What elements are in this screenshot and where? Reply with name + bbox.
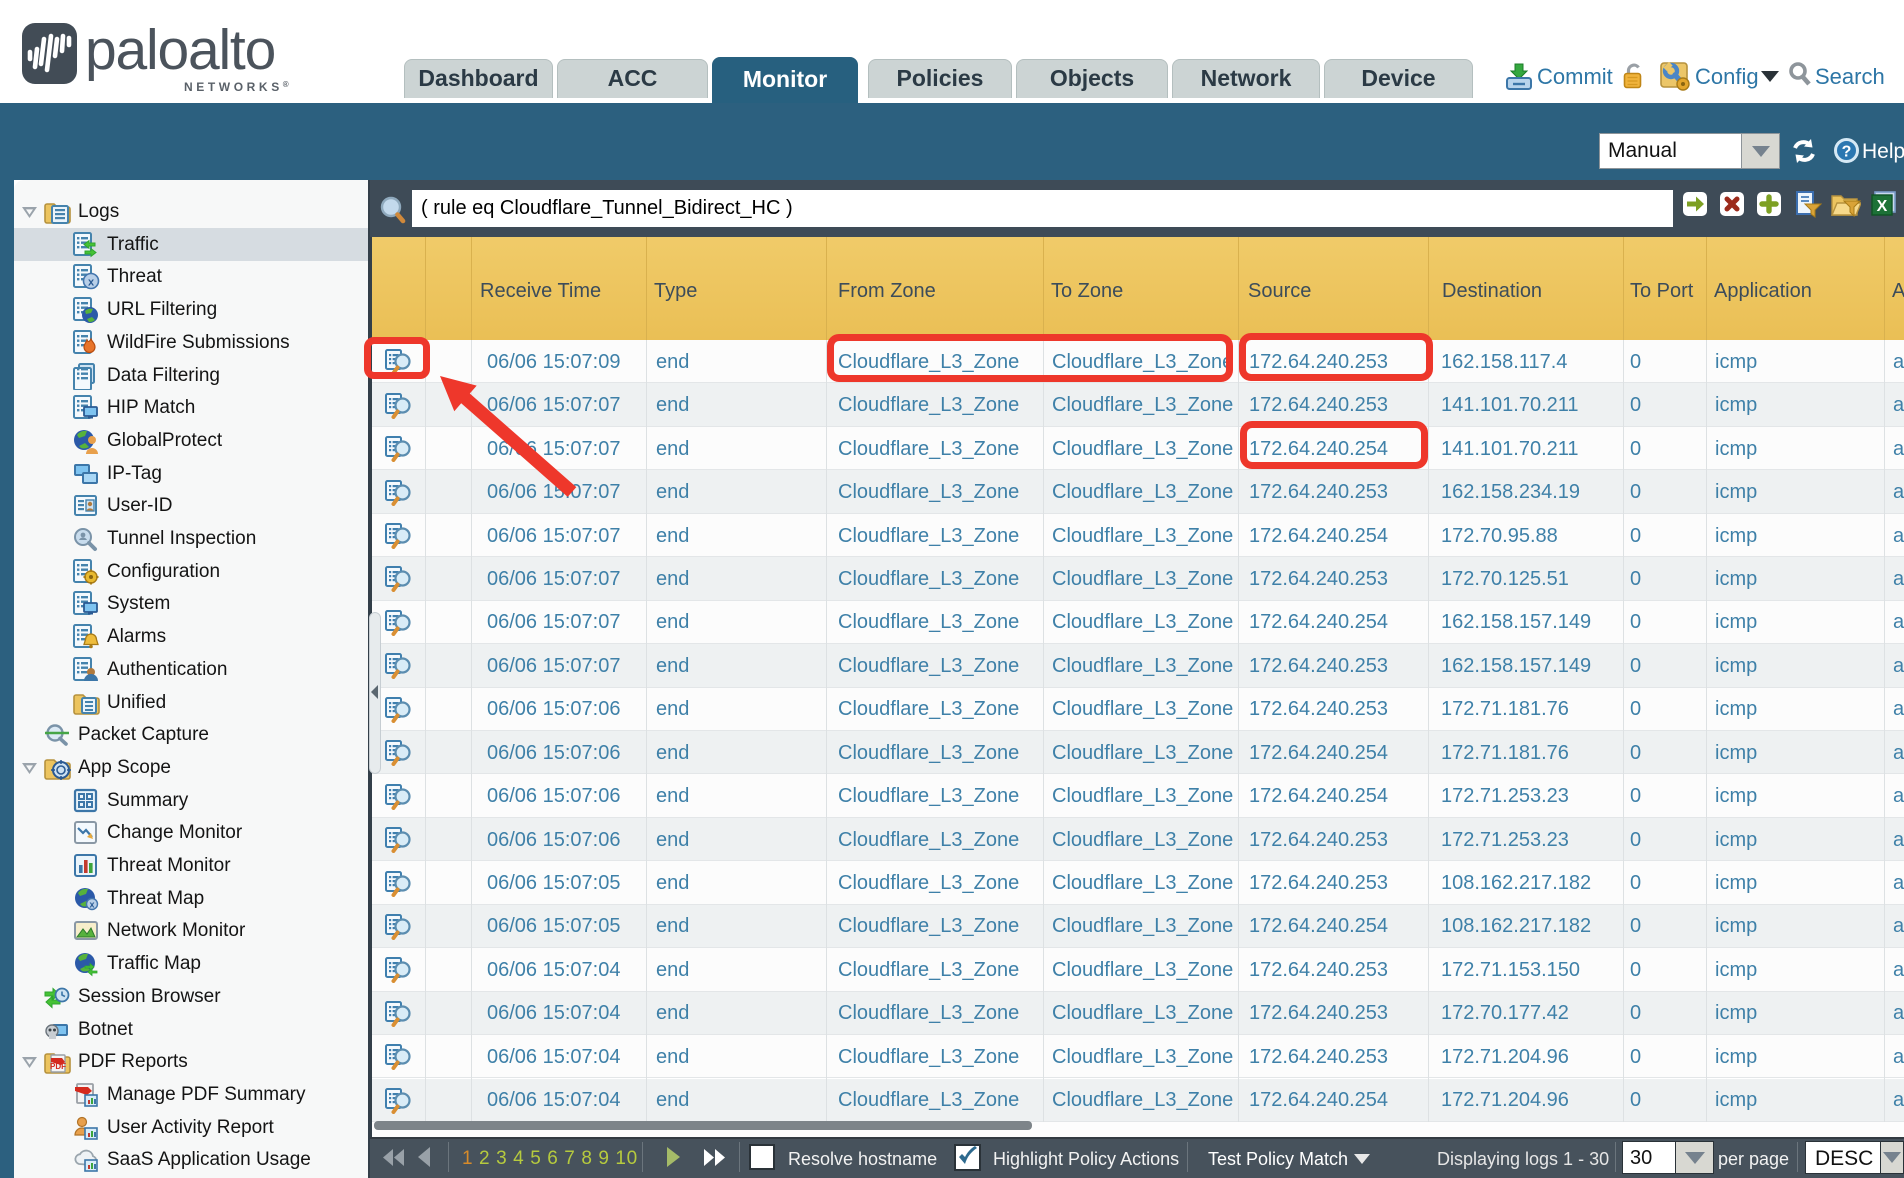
svg-text:X: X (1877, 198, 1888, 215)
svg-text:x: x (88, 277, 95, 289)
svg-text:PDF: PDF (50, 1062, 66, 1071)
svg-text:x: x (89, 899, 94, 909)
svg-text:?: ? (1842, 144, 1852, 161)
